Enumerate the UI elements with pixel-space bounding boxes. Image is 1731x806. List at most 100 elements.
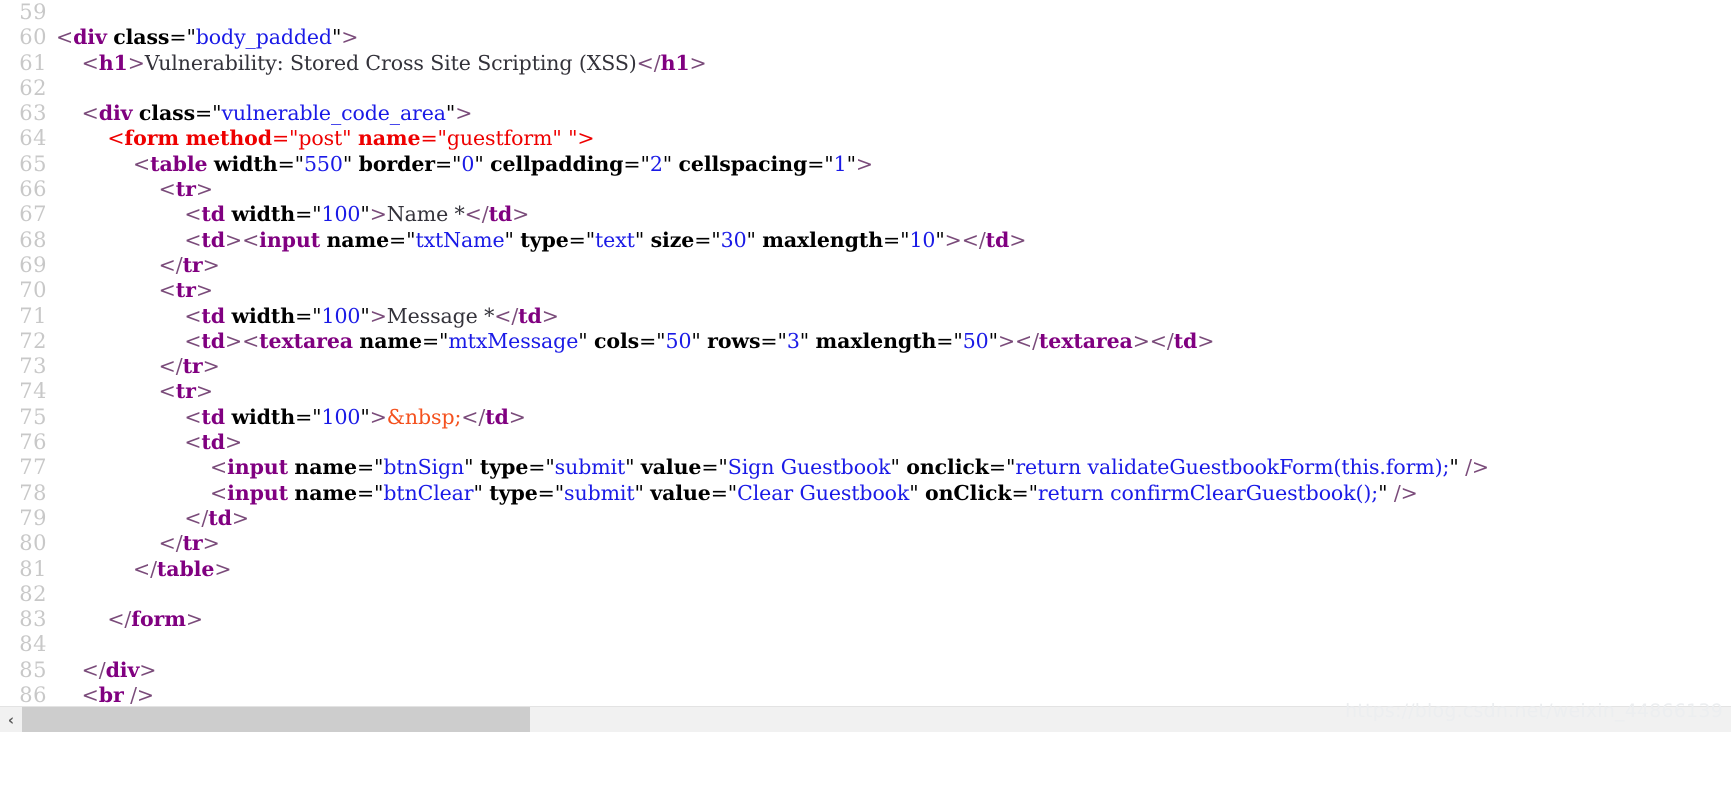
code-token: =" bbox=[883, 227, 910, 252]
code-token: 550 bbox=[303, 151, 343, 176]
code-line-source[interactable]: <td><textarea name="mtxMessage" cols="50… bbox=[56, 329, 1731, 354]
code-token: </ bbox=[133, 556, 157, 581]
code-token: > bbox=[139, 657, 157, 682]
line-number: 62 bbox=[19, 75, 47, 100]
code-line: 81 </table> bbox=[0, 557, 1731, 582]
scrollbar-thumb[interactable] bbox=[22, 706, 530, 733]
code-token: textarea bbox=[1038, 328, 1133, 353]
code-token: btnSign bbox=[383, 455, 465, 480]
line-number: 66 bbox=[19, 177, 47, 202]
scrollbar-track[interactable] bbox=[22, 706, 1731, 733]
code-line: 64 <form method="post" name="guestform" … bbox=[0, 126, 1731, 151]
line-number: 68 bbox=[19, 227, 47, 252]
code-token: tr bbox=[175, 177, 196, 202]
code-token: > bbox=[1009, 227, 1027, 252]
code-token: textarea bbox=[259, 328, 353, 353]
page-bottom-blank-area bbox=[0, 732, 1731, 806]
code-screenshot-page: 59 60 <div class="body_padded"> 61 <h1>Vuln… bbox=[0, 0, 1731, 806]
code-line-source[interactable]: <table width="550" border="0" cellpaddin… bbox=[56, 152, 1731, 177]
code-token: =" bbox=[1011, 480, 1039, 505]
code-token: /> bbox=[1393, 480, 1418, 505]
code-token: td bbox=[201, 227, 226, 252]
code-line-source[interactable]: <input name="btnSign" type="submit" valu… bbox=[56, 455, 1731, 480]
code-token: > bbox=[1132, 328, 1150, 353]
code-line-source[interactable]: <td width="100">Name *</td> bbox=[56, 202, 1731, 227]
code-line: 63 <div class="vulnerable_code_area"> bbox=[0, 101, 1731, 126]
code-line-source[interactable]: <div class="body_padded"> bbox=[56, 25, 1731, 50]
code-line-source[interactable]: </tr> bbox=[56, 253, 1731, 278]
code-token: td bbox=[201, 328, 226, 353]
code-token: > bbox=[512, 202, 530, 227]
code-token: body_padded bbox=[195, 25, 332, 50]
code-token: width bbox=[213, 151, 278, 176]
code-token: " bbox=[474, 151, 484, 176]
code-token: ="post" bbox=[271, 126, 358, 151]
horizontal-scrollbar[interactable]: ‹ bbox=[0, 706, 1731, 733]
code-token: =" bbox=[421, 328, 449, 353]
code-token: =" bbox=[568, 227, 596, 252]
code-token: size bbox=[650, 227, 695, 252]
scroll-left-arrow-icon[interactable]: ‹ bbox=[0, 707, 22, 733]
code-line-source[interactable]: </table> bbox=[56, 557, 1731, 582]
code-token: input bbox=[227, 455, 288, 480]
code-token: < bbox=[158, 379, 176, 404]
code-line-source[interactable]: <td><input name="txtName" type="text" si… bbox=[56, 228, 1731, 253]
code-token: > bbox=[369, 303, 387, 328]
code-token: cellspacing bbox=[678, 151, 808, 176]
code-token: " bbox=[909, 480, 919, 505]
code-token: =" bbox=[701, 455, 728, 480]
code-token: text bbox=[595, 227, 635, 252]
code-line-source[interactable]: </form> bbox=[56, 607, 1731, 632]
code-line-source[interactable]: </tr> bbox=[56, 531, 1731, 556]
line-number: 70 bbox=[19, 278, 47, 303]
code-line-source[interactable]: <tr> bbox=[56, 177, 1731, 202]
code-line-source[interactable]: <br /> bbox=[56, 683, 1731, 706]
code-line-source[interactable]: <tr> bbox=[56, 379, 1731, 404]
line-number: 72 bbox=[19, 328, 47, 353]
code-token: table bbox=[150, 151, 208, 176]
code-token: cols bbox=[594, 328, 640, 353]
code-line-source[interactable]: <input name="btnClear" type="submit" val… bbox=[56, 481, 1731, 506]
code-token: =" bbox=[623, 151, 650, 176]
code-line: 62 bbox=[0, 76, 1731, 101]
code-token: div bbox=[73, 25, 107, 50]
line-number: 71 bbox=[19, 303, 47, 328]
code-token: maxlength bbox=[762, 227, 884, 252]
code-line-source[interactable]: <form method="post" name="guestform" "> bbox=[56, 126, 1731, 151]
code-token: td bbox=[985, 227, 1010, 252]
code-token: > bbox=[195, 278, 213, 303]
code-token: vulnerable_code_area bbox=[221, 101, 446, 126]
code-token: type bbox=[520, 227, 569, 252]
code-token: btnClear bbox=[383, 480, 474, 505]
code-token: " bbox=[342, 151, 353, 176]
code-token: > bbox=[202, 354, 220, 379]
code-viewer[interactable]: 59 60 <div class="body_padded"> 61 <h1>Vuln… bbox=[0, 0, 1731, 706]
code-token: onclick bbox=[906, 455, 989, 480]
code-token: td bbox=[1173, 328, 1198, 353]
code-token: maxlength bbox=[815, 328, 937, 353]
code-token: " bbox=[988, 328, 998, 353]
code-token: table bbox=[156, 556, 215, 581]
code-line-source[interactable]: </div> bbox=[56, 658, 1731, 683]
code-line-source[interactable]: <h1>Vulnerability: Stored Cross Site Scr… bbox=[56, 51, 1731, 76]
code-token: &nbsp; bbox=[386, 404, 462, 429]
code-line-source[interactable]: <div class="vulnerable_code_area"> bbox=[56, 101, 1731, 126]
code-line-source[interactable]: <td width="100">Message *</td> bbox=[56, 304, 1731, 329]
code-token: 2 bbox=[649, 151, 663, 176]
code-line-source[interactable]: </tr> bbox=[56, 354, 1731, 379]
code-line-source[interactable]: <td> bbox=[56, 430, 1731, 455]
code-line: 86 <br /> bbox=[0, 683, 1731, 706]
code-line-source[interactable]: </td> bbox=[56, 506, 1731, 531]
code-token: tr bbox=[182, 252, 203, 277]
code-line-source[interactable]: <tr> bbox=[56, 278, 1731, 303]
code-token: submit bbox=[564, 480, 635, 505]
code-token: =" bbox=[295, 404, 322, 429]
code-line-source[interactable]: <td width="100">&nbsp;</td> bbox=[56, 405, 1731, 430]
